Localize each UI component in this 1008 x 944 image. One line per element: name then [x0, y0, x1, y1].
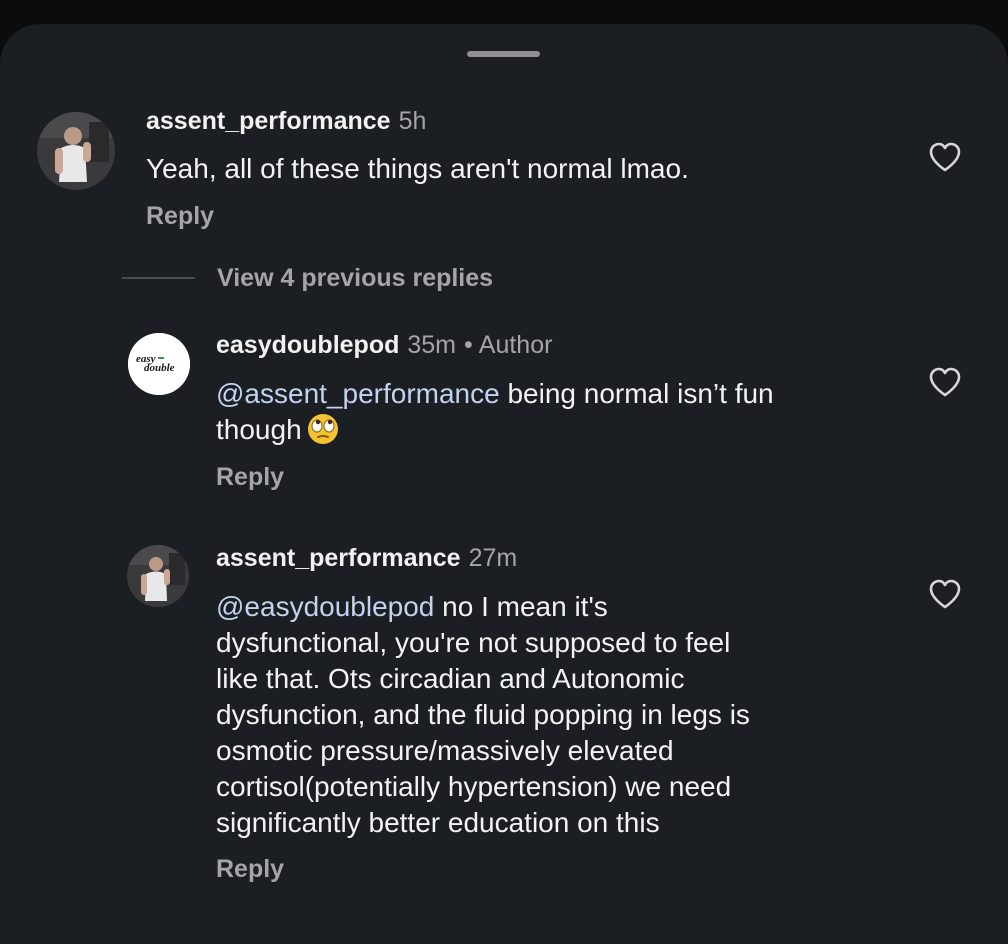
timestamp: 27m [468, 544, 518, 572]
comment-text-line: like that. Ots circadian and Autonomic [216, 663, 685, 694]
heart-icon[interactable] [928, 366, 962, 398]
comment-text-line: significantly better education on this [216, 807, 660, 838]
author-badge: Author [478, 331, 553, 359]
heart-icon[interactable] [928, 141, 962, 173]
thread-divider [122, 277, 195, 279]
easydouble-logo: easy double [128, 333, 190, 395]
comment-text-line: dysfunctional, you're not supposed to fe… [216, 627, 731, 658]
avatar[interactable] [37, 112, 115, 190]
timestamp: 5h [398, 107, 427, 135]
reply-button[interactable]: Reply [216, 854, 284, 884]
svg-text:double: double [144, 362, 175, 374]
view-replies-link[interactable]: View 4 previous replies [217, 263, 493, 293]
comment-text-line: osmotic pressure/massively elevated [216, 735, 674, 766]
separator-dot: • [464, 331, 473, 359]
mention-link[interactable]: @assent_performance [216, 378, 500, 409]
avatar-photo [37, 112, 115, 190]
username[interactable]: assent_performance [216, 544, 461, 572]
comment-text-line: cortisol(potentially hypertension) we ne… [216, 771, 732, 802]
timestamp: 35m [407, 331, 457, 359]
eye-roll-emoji [307, 414, 338, 444]
mention-link[interactable]: @easydoublepod [216, 591, 434, 622]
comment-text-line: dysfunction, and the fluid popping in le… [216, 699, 750, 730]
comment-text: Yeah, all of these things aren't normal … [146, 153, 689, 184]
avatar-photo [127, 545, 189, 607]
avatar[interactable] [127, 545, 189, 607]
heart-icon[interactable] [928, 578, 962, 610]
username[interactable]: assent_performance [146, 107, 391, 135]
comment-text: @easydoublepod no I mean it's dysfunctio… [216, 589, 906, 841]
comment-text-line: though [216, 414, 302, 445]
comment-text: @assent_performance being normal isn’t f… [216, 376, 896, 448]
comment-text-line: being normal isn’t fun [499, 378, 774, 409]
comment-text-line: no I mean it's [434, 591, 608, 622]
reply-button[interactable]: Reply [146, 201, 214, 231]
reply-button[interactable]: Reply [216, 462, 284, 492]
username[interactable]: easydoublepod [216, 331, 399, 359]
avatar[interactable]: easy double [128, 333, 190, 395]
drag-handle[interactable] [467, 51, 540, 57]
